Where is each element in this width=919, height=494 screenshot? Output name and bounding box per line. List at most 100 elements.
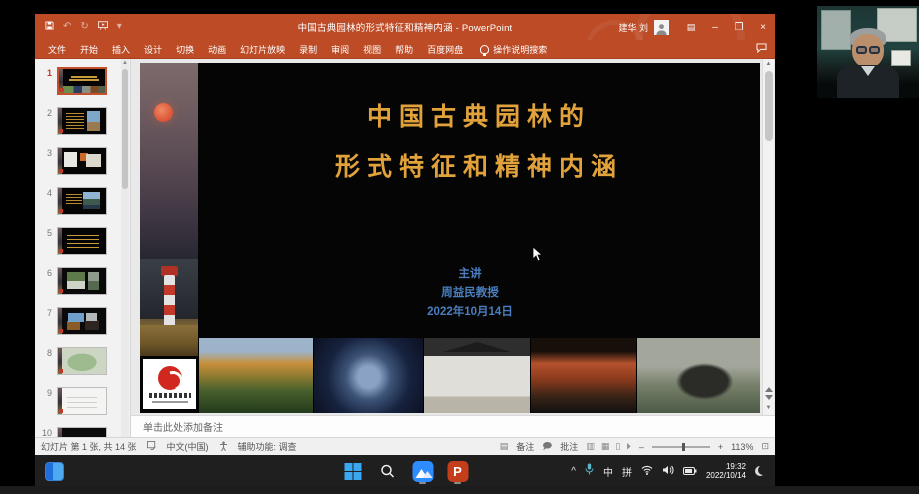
thumbnail-row[interactable]: 5 [41, 227, 107, 255]
previous-slide-button[interactable] [765, 387, 773, 392]
spellcheck-icon[interactable] [147, 441, 157, 452]
tab-view[interactable]: 视图 [356, 43, 388, 56]
minimize-button[interactable]: – [703, 14, 727, 40]
zoom-out-button[interactable]: – [639, 442, 644, 452]
fit-to-window-icon[interactable]: ⊡ [761, 441, 769, 452]
reading-view-icon[interactable]: ▯ [615, 441, 620, 452]
tab-review[interactable]: 审阅 [324, 43, 356, 56]
slide-photo-pavilion[interactable] [423, 338, 530, 413]
comments-bubble-icon[interactable] [756, 40, 767, 58]
scroll-down-icon[interactable]: ▼ [766, 403, 772, 413]
tab-file[interactable]: 文件 [41, 43, 73, 56]
customize-qat-icon[interactable]: ▾ [117, 22, 122, 32]
tab-slideshow[interactable]: 幻灯片放映 [233, 43, 292, 56]
accessibility-status[interactable]: 辅助功能: 调查 [238, 440, 297, 453]
slide-title-line2[interactable]: 形式特征和精神内涵 [198, 147, 760, 183]
school-logo[interactable] [143, 359, 196, 409]
wifi-icon[interactable] [641, 462, 653, 480]
slide-editing-surface[interactable]: 中国古典园林的 形式特征和精神内涵 主讲 周益民教授 2022年10月14日 [140, 63, 760, 413]
slide-thumbnail-6[interactable] [57, 267, 107, 295]
speaker-person [833, 28, 903, 98]
undo-icon[interactable]: ↶ [63, 22, 71, 32]
webcam-video-tile[interactable] [817, 6, 919, 98]
normal-view-icon[interactable]: ▥ [586, 441, 595, 452]
canvas-scrollbar[interactable]: ▲ ▼ [762, 59, 774, 415]
thumbnail-row[interactable]: 3 [41, 147, 107, 175]
tab-home[interactable]: 开始 [73, 43, 105, 56]
thumbnail-row[interactable]: 2 [41, 107, 107, 135]
tray-chevron-icon[interactable]: ^ [571, 466, 576, 477]
scroll-up-icon[interactable]: ▲ [766, 59, 772, 69]
slide-title-line1[interactable]: 中国古典园林的 [198, 97, 760, 133]
slide-thumbnail-4[interactable] [57, 187, 107, 215]
microphone-icon[interactable] [585, 462, 594, 480]
close-button[interactable]: × [751, 14, 775, 40]
ime-mode-button[interactable]: 拼 [622, 464, 632, 479]
thumbnail-row[interactable]: 9 [41, 387, 107, 415]
start-slideshow-icon[interactable] [98, 21, 108, 33]
slide-photo-moon-gate-night[interactable] [313, 338, 423, 413]
slide-photo-modern-sculpture[interactable] [636, 338, 760, 413]
tab-record[interactable]: 录制 [292, 43, 324, 56]
zoom-in-button[interactable]: + [718, 442, 723, 452]
focus-assist-moon-icon[interactable] [755, 466, 765, 476]
powerpoint-app-button[interactable]: P [446, 458, 470, 484]
battery-icon[interactable] [683, 462, 697, 480]
scrollbar-thumb[interactable] [765, 71, 773, 141]
slide-thumbnail-5[interactable] [57, 227, 107, 255]
search-button[interactable] [376, 458, 400, 484]
slide-counter[interactable]: 幻灯片 第 1 张, 共 14 张 [41, 440, 137, 453]
slide-thumbnail-10[interactable] [57, 427, 107, 437]
start-button[interactable] [341, 458, 365, 484]
redo-icon[interactable]: ↻ [80, 22, 88, 32]
thumbnail-row[interactable]: 4 [41, 187, 107, 215]
thumb-number: 5 [41, 227, 57, 255]
taskbar-clock[interactable]: 19:32 2022/10/14 [706, 462, 746, 480]
tab-transitions[interactable]: 切换 [169, 43, 201, 56]
ribbon-display-options-icon[interactable]: ▤ [679, 14, 703, 40]
meeting-app-button[interactable] [411, 458, 435, 484]
slideshow-view-icon[interactable]: ⏵ [626, 441, 631, 452]
thumbnail-row[interactable]: 8 [41, 347, 107, 375]
slide-thumbnail-9[interactable] [57, 387, 107, 415]
slide-photo-interior-lantern[interactable] [530, 338, 636, 413]
thumbnail-scrollbar[interactable]: ▲ [121, 59, 129, 437]
tab-animations[interactable]: 动画 [201, 43, 233, 56]
tab-insert[interactable]: 插入 [105, 43, 137, 56]
slide-sorter-view-icon[interactable]: ▦ [601, 441, 610, 452]
thumbnail-row[interactable]: 1 [41, 67, 107, 95]
account-avatar[interactable] [654, 20, 669, 35]
account-name[interactable]: 建华 刘 [618, 21, 648, 34]
tab-help[interactable]: 帮助 [388, 43, 420, 56]
slide-thumbnail-8[interactable] [57, 347, 107, 375]
pinned-app-window-icon[interactable] [45, 462, 64, 481]
notes-pane[interactable]: 单击此处添加备注 [131, 415, 775, 437]
scroll-up-icon[interactable]: ▲ [121, 59, 129, 68]
save-icon[interactable] [45, 21, 54, 33]
tell-me-search[interactable]: 操作说明搜索 [480, 43, 547, 56]
comments-toggle-icon[interactable]: 🗩 [542, 439, 552, 455]
zoom-slider-thumb[interactable] [682, 443, 685, 451]
notes-toggle-icon[interactable]: ▤ [500, 441, 509, 452]
next-slide-button[interactable] [765, 395, 773, 400]
comments-toggle[interactable]: 批注 [560, 440, 578, 453]
tab-baidu-netdisk[interactable]: 百度网盘 [420, 43, 470, 56]
ime-language-button[interactable]: 中 [603, 464, 613, 479]
slide-subtitle[interactable]: 主讲 周益民教授 2022年10月14日 [180, 265, 760, 322]
language-indicator[interactable]: 中文(中国) [167, 440, 209, 453]
slide-thumbnail-2[interactable] [57, 107, 107, 135]
thumbnail-row[interactable]: 7 [41, 307, 107, 335]
zoom-level[interactable]: 113% [731, 442, 753, 452]
volume-icon[interactable] [662, 462, 674, 480]
tab-design[interactable]: 设计 [137, 43, 169, 56]
slide-thumbnail-3[interactable] [57, 147, 107, 175]
thumbnail-row[interactable]: 6 [41, 267, 107, 295]
notes-toggle[interactable]: 备注 [516, 440, 534, 453]
scrollbar-thumb[interactable] [122, 69, 128, 189]
restore-button[interactable]: ❐ [727, 14, 751, 40]
slide-thumbnail-7[interactable] [57, 307, 107, 335]
zoom-slider[interactable] [652, 446, 710, 448]
slide-thumbnail-1[interactable] [57, 67, 107, 95]
slide-photo-autumn-garden[interactable] [198, 338, 313, 413]
thumbnail-row[interactable]: 10 [41, 427, 107, 437]
